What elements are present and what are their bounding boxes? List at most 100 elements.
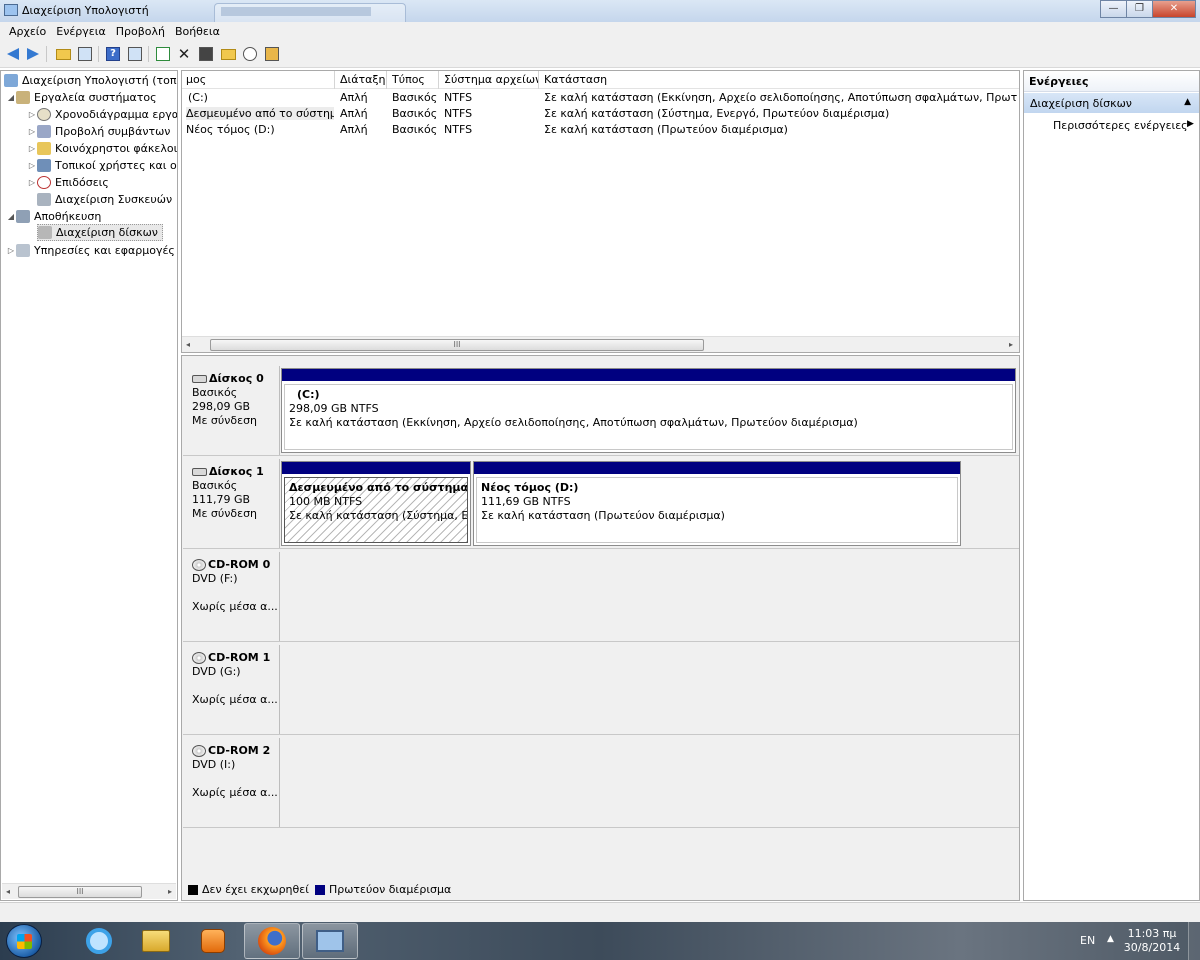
taskbar-file-explorer[interactable]	[128, 923, 184, 959]
show-hide-action-pane-icon[interactable]	[126, 45, 144, 63]
minimize-button[interactable]: —	[1100, 0, 1127, 18]
tree-item-computer-management[interactable]: Διαχείριση Υπολογιστή (τοπικός	[4, 72, 177, 89]
table-row[interactable]: Νέος τόμος (D:) Απλή Βασικός NTFS Σε καλ…	[182, 122, 1019, 138]
column-layout[interactable]: Διάταξη	[340, 73, 386, 86]
tools-icon	[16, 91, 30, 104]
computer-management-icon	[4, 4, 18, 16]
column-status[interactable]: Κατάσταση	[544, 73, 1014, 86]
hard-disk-icon	[192, 468, 207, 476]
help-icon[interactable]: ?	[104, 45, 122, 63]
disk-properties-icon[interactable]	[263, 45, 281, 63]
menu-bar: Αρχείο Ενέργεια Προβολή Βοήθεια	[0, 22, 1200, 41]
disk-management-icon	[38, 226, 52, 239]
disk-label[interactable]: CD-ROM 0 DVD (F:) Χωρίς μέσα α...	[183, 552, 280, 641]
properties-icon[interactable]	[197, 45, 215, 63]
cd-rom-icon	[192, 652, 206, 664]
performance-icon	[37, 176, 51, 189]
menu-action[interactable]: Ενέργεια	[51, 22, 110, 41]
actions-pane: Ενέργειες Διαχείριση δίσκων ▲ Περισσότερ…	[1023, 70, 1200, 901]
toolbar: ? ✕	[0, 41, 1200, 68]
disk-label[interactable]: Δίσκος 0 Βασικός 298,09 GB Με σύνδεση	[183, 366, 280, 455]
show-hidden-icons-icon[interactable]: ▲	[1107, 934, 1114, 944]
expand-icon[interactable]: ▷	[27, 161, 37, 170]
scroll-left-icon[interactable]: ◂	[186, 340, 190, 349]
refresh-icon[interactable]	[154, 45, 172, 63]
collapse-icon[interactable]: ◢	[6, 212, 16, 221]
hard-disk-icon	[192, 375, 207, 383]
search-icon[interactable]	[241, 45, 259, 63]
firefox-icon	[258, 927, 286, 955]
expand-icon[interactable]: ▷	[6, 246, 16, 255]
tree-item-disk-management[interactable]: Διαχείριση δίσκων	[37, 224, 163, 241]
maximize-button[interactable]: ❐	[1126, 0, 1153, 18]
scroll-right-icon[interactable]: ▸	[1009, 340, 1013, 349]
primary-partition-bar	[282, 369, 1015, 381]
column-volume[interactable]: μος	[186, 73, 334, 86]
taskbar-computer-management[interactable]	[302, 923, 358, 959]
taskbar-internet-explorer[interactable]	[71, 923, 127, 959]
cd-rom-icon	[192, 745, 206, 757]
more-actions-link[interactable]: Περισσότερες ενέργειες ▶	[1053, 119, 1194, 132]
tree-item-storage[interactable]: ◢ Αποθήκευση	[6, 208, 101, 225]
show-hide-console-tree-icon[interactable]	[76, 45, 94, 63]
tree-horizontal-scrollbar[interactable]: ◂ III ▸	[2, 883, 176, 899]
clock-icon	[37, 108, 51, 121]
clock[interactable]: 11:03 πμ 30/8/2014	[1122, 927, 1182, 955]
language-indicator[interactable]: EN	[1080, 934, 1095, 947]
forward-icon[interactable]	[24, 45, 42, 63]
expand-icon[interactable]: ▷	[27, 110, 37, 119]
tree-item-services-applications[interactable]: ▷ Υπηρεσίες και εφαρμογές	[6, 242, 175, 259]
tree-item-local-users-groups[interactable]: ▷ Τοπικοί χρήστες και ομάδες	[27, 157, 177, 174]
primary-partition-bar	[474, 462, 960, 474]
storage-icon	[16, 210, 30, 223]
delete-icon[interactable]: ✕	[175, 45, 193, 63]
table-row[interactable]: Δεσμευμένο από το σύστημα Απλή Βασικός N…	[182, 106, 1019, 122]
file-explorer-icon	[142, 930, 170, 952]
disk-row-cdrom-2: CD-ROM 2 DVD (I:) Χωρίς μέσα α...	[183, 738, 1019, 828]
tree-item-task-scheduler[interactable]: ▷ Χρονοδιάγραμμα εργασιών	[27, 106, 177, 123]
taskbar: EN ▲ 11:03 πμ 30/8/2014	[0, 922, 1200, 960]
cd-rom-icon	[192, 559, 206, 571]
expand-icon[interactable]: ▷	[27, 144, 37, 153]
start-button[interactable]	[6, 924, 42, 958]
actions-section-disk-management[interactable]: Διαχείριση δίσκων ▲	[1024, 93, 1199, 113]
console-tree: Διαχείριση Υπολογιστή (τοπικός ◢ Εργαλεί…	[0, 70, 178, 901]
volume-list: μος Διάταξη Τύπος Σύστημα αρχείων Κατάστ…	[181, 70, 1020, 353]
disk-label[interactable]: Δίσκος 1 Βασικός 111,79 GB Με σύνδεση	[183, 459, 280, 548]
expand-icon[interactable]: ▷	[27, 178, 37, 187]
disk-row-0: Δίσκος 0 Βασικός 298,09 GB Με σύνδεση (C…	[183, 366, 1019, 456]
volume-list-horizontal-scrollbar[interactable]: ◂ III ▸	[182, 336, 1019, 352]
tree-item-performance[interactable]: ▷ Επιδόσεις	[27, 174, 109, 191]
expand-icon[interactable]: ▷	[27, 127, 37, 136]
tree-item-system-tools[interactable]: ◢ Εργαλεία συστήματος	[6, 89, 157, 106]
disk-label[interactable]: CD-ROM 2 DVD (I:) Χωρίς μέσα α...	[183, 738, 280, 827]
partition-system-reserved[interactable]: Δεσμευμένο από το σύστημα 100 MB NTFS Σε…	[281, 461, 471, 546]
taskbar-firefox[interactable]	[244, 923, 300, 959]
up-folder-icon[interactable]	[54, 45, 72, 63]
tree-item-shared-folders[interactable]: ▷ Κοινόχρηστοι φάκελοι	[27, 140, 177, 157]
partition-d[interactable]: Νέος τόμος (D:) 111,69 GB NTFS Σε καλή κ…	[473, 461, 961, 546]
back-icon[interactable]	[4, 45, 22, 63]
tree-item-event-viewer[interactable]: ▷ Προβολή συμβάντων	[27, 123, 170, 140]
collapse-arrow-icon[interactable]: ▲	[1184, 97, 1191, 107]
column-type[interactable]: Τύπος	[392, 73, 438, 86]
column-file-system[interactable]: Σύστημα αρχείων	[444, 73, 538, 86]
show-desktop-button[interactable]	[1188, 922, 1200, 960]
submenu-arrow-icon: ▶	[1187, 119, 1194, 129]
menu-help[interactable]: Βοήθεια	[170, 22, 225, 41]
scroll-right-icon[interactable]: ▸	[168, 887, 172, 896]
scroll-thumb[interactable]: III	[18, 886, 142, 898]
menu-file[interactable]: Αρχείο	[4, 22, 51, 41]
menu-view[interactable]: Προβολή	[111, 22, 170, 41]
disk-label[interactable]: CD-ROM 1 DVD (G:) Χωρίς μέσα α...	[183, 645, 280, 734]
table-row[interactable]: (C:) Απλή Βασικός NTFS Σε καλή κατάσταση…	[182, 90, 1019, 106]
scroll-thumb[interactable]: III	[210, 339, 704, 351]
open-folder-icon[interactable]	[219, 45, 237, 63]
partition-c[interactable]: (C:) 298,09 GB NTFS Σε καλή κατάσταση (Ε…	[281, 368, 1016, 453]
internet-explorer-icon	[86, 928, 112, 954]
close-button[interactable]: ✕	[1152, 0, 1196, 18]
collapse-icon[interactable]: ◢	[6, 93, 16, 102]
tree-item-device-manager[interactable]: Διαχείριση Συσκευών	[37, 191, 172, 208]
scroll-left-icon[interactable]: ◂	[6, 887, 10, 896]
taskbar-media-player[interactable]	[185, 923, 241, 959]
